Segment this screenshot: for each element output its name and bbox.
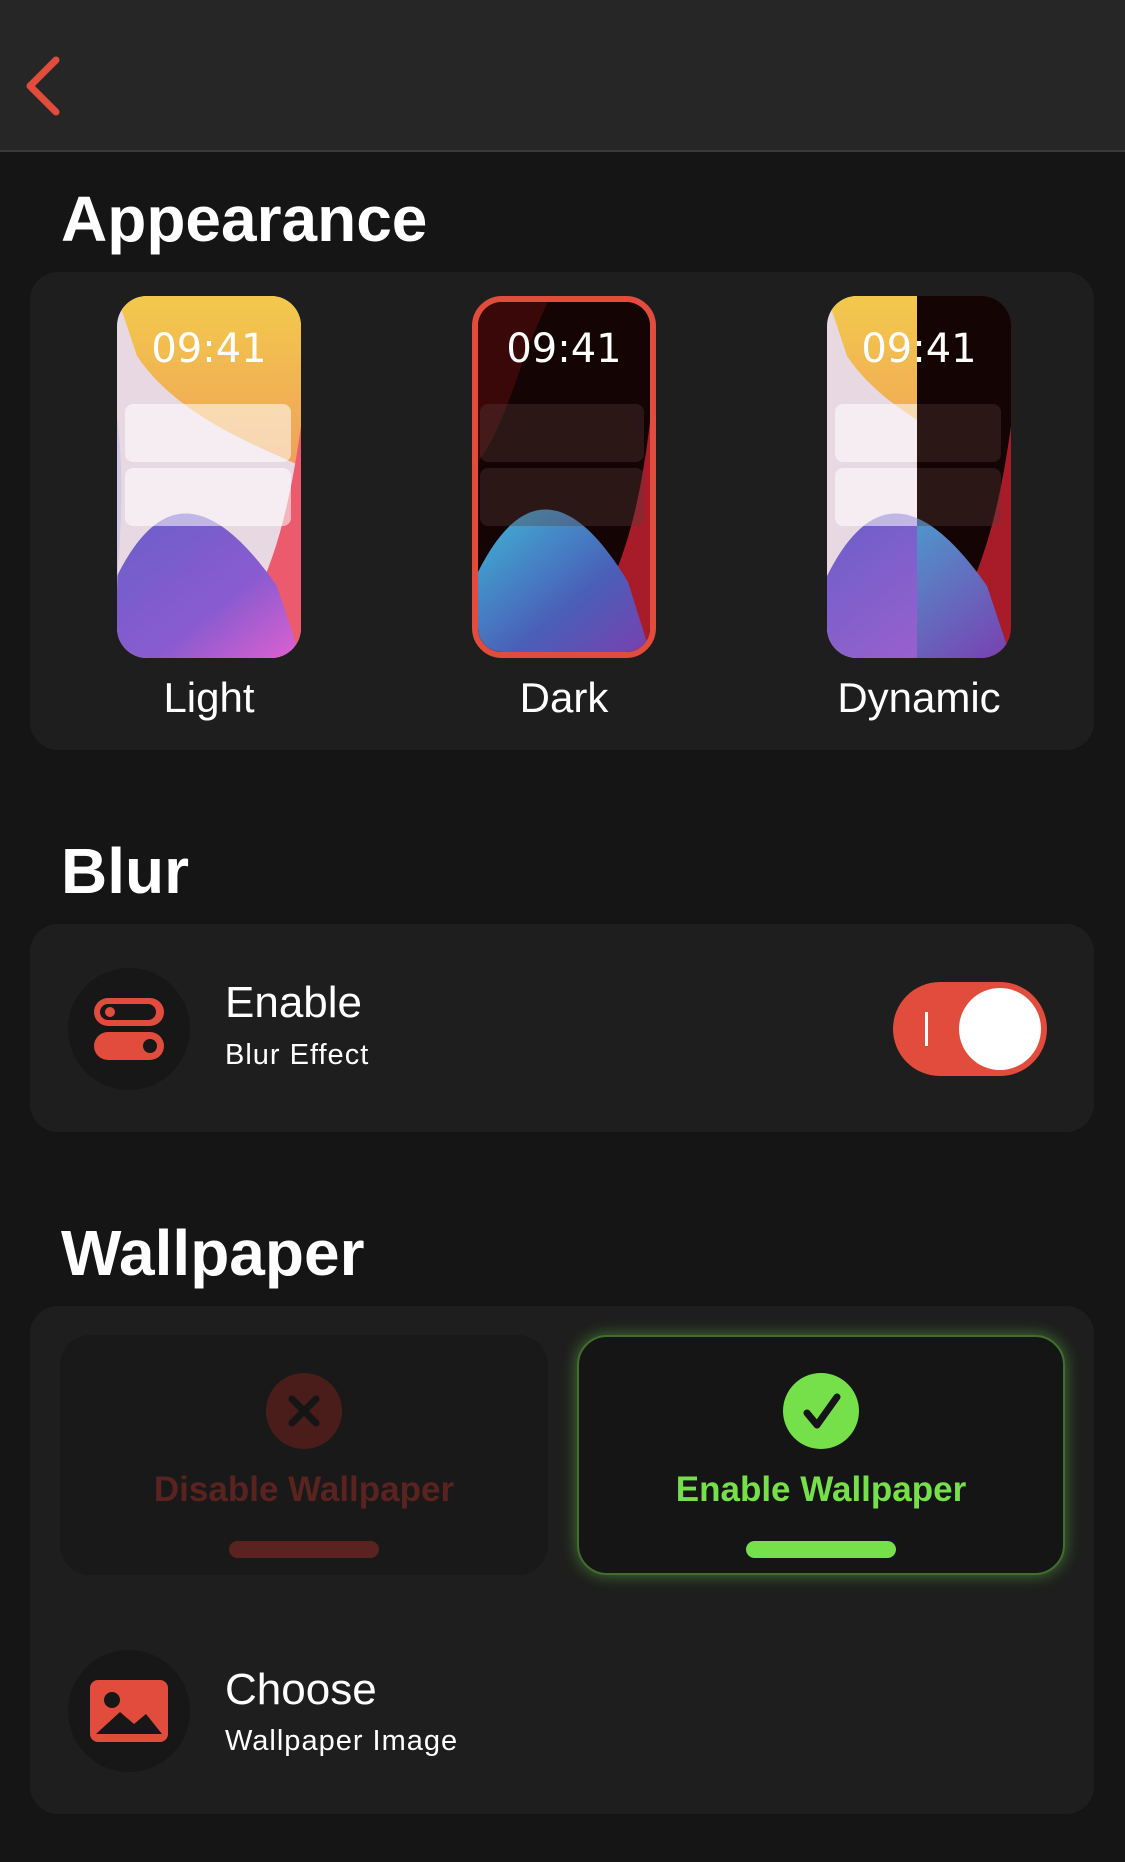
enable-indicator-bar [746, 1541, 896, 1558]
choose-row-title[interactable]: Choose [225, 1665, 377, 1715]
light-preview: 09:41 [117, 296, 301, 658]
dynamic-preview: 09:41 [827, 296, 1011, 658]
preview-widget [835, 404, 917, 462]
enable-wallpaper-button[interactable]: Enable Wallpaper [577, 1335, 1065, 1575]
theme-label-light: Light [163, 674, 255, 721]
chevron-left-icon [26, 56, 60, 116]
disable-circle [266, 1373, 342, 1449]
enable-wallpaper-label: Enable Wallpaper [675, 1470, 967, 1509]
close-icon [288, 1395, 320, 1427]
disable-wallpaper-button[interactable]: Disable Wallpaper [60, 1335, 548, 1575]
preview-widget [917, 468, 1001, 526]
disable-indicator-bar [229, 1541, 379, 1558]
blur-title: Blur [61, 835, 189, 907]
theme-label-dynamic: Dynamic [837, 674, 1001, 721]
toggle-on-mark [925, 1012, 928, 1046]
back-button[interactable] [18, 52, 78, 120]
preview-widget [480, 404, 644, 462]
preview-widget [125, 468, 291, 526]
toggles-icon [94, 998, 164, 1060]
choose-row-subtitle: Wallpaper Image [225, 1725, 459, 1757]
checkmark-icon [803, 1393, 841, 1429]
enable-circle [783, 1373, 859, 1449]
disable-wallpaper-label: Disable Wallpaper [153, 1470, 455, 1509]
preview-widget [835, 468, 917, 526]
image-icon [90, 1680, 168, 1742]
navigation-bar [0, 0, 1125, 152]
wallpaper-title: Wallpaper [61, 1217, 365, 1289]
appearance-title: Appearance [61, 183, 428, 255]
toggle-knob [959, 988, 1041, 1070]
preview-time: 09:41 [151, 326, 267, 372]
theme-label-dark: Dark [519, 674, 609, 721]
preview-time: 09:41 [861, 326, 977, 372]
blur-icon-badge [68, 968, 190, 1090]
choose-icon-badge[interactable] [68, 1650, 190, 1772]
preview-widget [125, 404, 291, 462]
preview-time: 09:41 [506, 326, 622, 372]
preview-widget [480, 468, 644, 526]
blur-toggle[interactable] [893, 982, 1047, 1076]
preview-widget [917, 404, 1001, 462]
dark-preview: 09:41 [472, 296, 656, 658]
blur-row-subtitle: Blur Effect [225, 1039, 370, 1071]
blur-row-title: Enable [225, 978, 363, 1027]
